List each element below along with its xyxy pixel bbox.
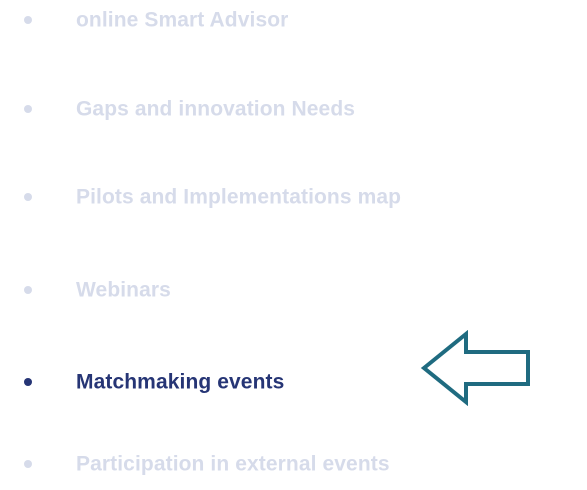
left-arrow-outline-icon	[420, 330, 530, 406]
bullet-dot	[24, 105, 32, 113]
menu-item-label: Gaps and innovation Needs	[76, 97, 356, 121]
bullet-dot	[24, 378, 32, 386]
bullet-dot	[24, 286, 32, 294]
menu-item-pilots-and-implementations-map[interactable]: Pilots and Implementations map	[0, 177, 587, 217]
menu-item-participation-in-external-events[interactable]: Participation in external events	[0, 444, 587, 484]
bullet-dot	[24, 193, 32, 201]
menu-item-online-smart-advisor[interactable]: online Smart Advisor	[0, 0, 420, 40]
menu-item-label: online Smart Advisor	[76, 8, 289, 32]
menu-item-gaps-and-innovation-needs[interactable]: Gaps and innovation Needs	[0, 89, 430, 129]
menu-item-webinars[interactable]: Webinars	[0, 270, 250, 310]
menu-item-label: Webinars	[76, 278, 171, 302]
menu-item-label: Pilots and Implementations map	[76, 185, 402, 209]
menu-item-label: Participation in external events	[76, 452, 390, 476]
slide-page: online Smart Advisor Gaps and innovation…	[0, 0, 587, 490]
menu-item-matchmaking-events[interactable]: Matchmaking events	[0, 362, 430, 402]
bullet-dot	[24, 460, 32, 468]
bullet-dot	[24, 16, 32, 24]
menu-item-label: Matchmaking events	[76, 370, 285, 394]
